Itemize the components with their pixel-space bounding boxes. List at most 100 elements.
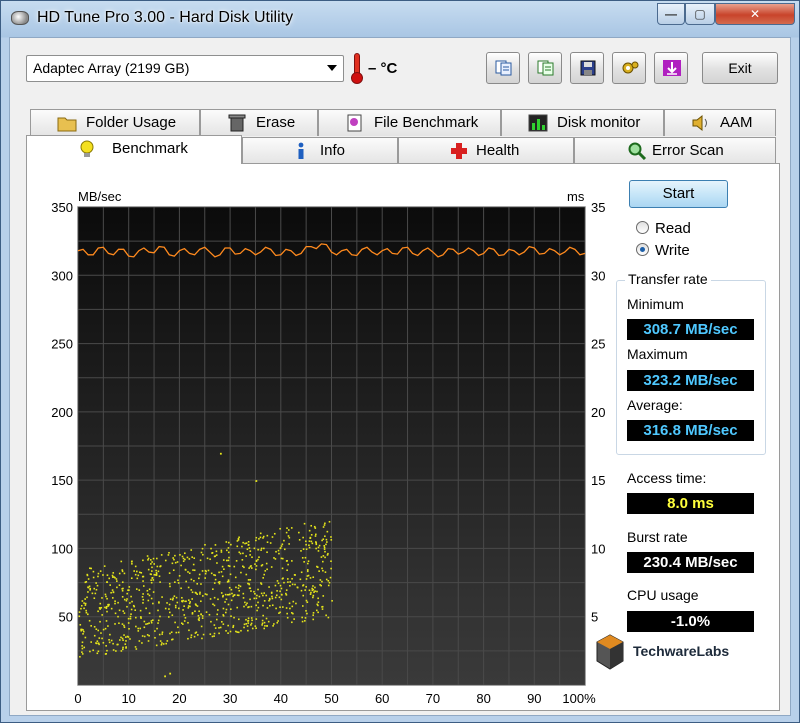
access-time-point	[327, 584, 330, 587]
access-time-point	[220, 571, 223, 573]
access-time-point	[248, 587, 251, 590]
tab-info[interactable]: Info	[242, 137, 398, 164]
copy-info-button[interactable]	[486, 52, 520, 84]
read-radio[interactable]: Read	[636, 220, 691, 237]
access-time-point	[135, 616, 137, 619]
access-time-point	[190, 578, 193, 581]
tab-error-scan[interactable]: Error Scan	[574, 137, 776, 164]
access-time-point	[309, 593, 312, 595]
access-time-point	[287, 535, 290, 537]
access-time-point	[197, 614, 200, 617]
access-time-point	[146, 622, 149, 625]
access-time-point	[257, 548, 260, 551]
options-button[interactable]	[612, 52, 646, 84]
access-time-point	[182, 560, 185, 562]
access-time-point	[260, 564, 263, 567]
access-time-point	[178, 607, 180, 610]
access-time-point	[325, 538, 328, 541]
y-left-tick-label: 250	[51, 337, 73, 352]
tab-erase[interactable]: Erase	[200, 109, 318, 136]
access-time-point	[102, 574, 104, 576]
tab-disk-monitor[interactable]: Disk monitor	[501, 109, 664, 136]
access-time-point	[125, 647, 127, 649]
access-time-point	[169, 611, 171, 614]
copy-text-button[interactable]	[528, 52, 562, 84]
access-time-point	[99, 608, 101, 610]
access-time-point	[168, 582, 171, 585]
access-time-point	[289, 607, 291, 610]
access-time-point	[255, 604, 257, 607]
access-time-point	[311, 542, 314, 545]
title-bar[interactable]: HD Tune Pro 3.00 - Hard Disk Utility — ▢…	[1, 1, 799, 37]
radio-write-indicator[interactable]	[636, 243, 649, 256]
access-time-point	[291, 583, 294, 586]
tab-health[interactable]: Health	[398, 137, 574, 164]
write-radio[interactable]: Write	[636, 242, 690, 259]
access-time-point	[206, 557, 209, 560]
average-label: Average:	[627, 397, 683, 413]
download-button[interactable]	[654, 52, 688, 84]
access-time-point	[142, 602, 144, 604]
access-time-point	[330, 539, 333, 541]
exit-button[interactable]: Exit	[702, 52, 778, 84]
access-time-point	[327, 580, 330, 582]
tab-folder-usage[interactable]: Folder Usage	[30, 109, 200, 136]
access-time-point	[214, 627, 217, 629]
access-time-point	[114, 612, 117, 615]
access-time-point	[104, 653, 107, 655]
access-time-point	[253, 547, 256, 550]
access-time-point	[196, 582, 199, 585]
access-time-point	[208, 613, 211, 616]
access-time-point	[187, 586, 190, 589]
access-time-point	[82, 629, 84, 631]
drive-select[interactable]: Adaptec Array (2199 GB)	[26, 55, 344, 82]
y-right-tick-label: 10	[591, 541, 605, 556]
minimize-button[interactable]: —	[657, 3, 685, 25]
access-time-point	[175, 596, 178, 599]
maximize-button[interactable]: ▢	[685, 3, 715, 25]
tab-label: AAM	[720, 114, 753, 131]
access-time-point	[113, 576, 115, 578]
access-time-point	[218, 571, 220, 574]
access-time-point	[204, 572, 207, 575]
tab-file-benchmark[interactable]: File Benchmark	[318, 109, 501, 136]
cpu-usage-label: CPU usage	[627, 587, 699, 603]
access-time-point	[122, 610, 125, 612]
access-time-point	[171, 614, 174, 617]
access-time-point	[84, 636, 87, 639]
access-time-point	[193, 557, 196, 559]
access-time-point	[87, 586, 89, 589]
access-time-point	[84, 598, 86, 600]
access-time-label: Access time:	[627, 470, 707, 486]
access-time-point	[161, 642, 163, 644]
access-time-point	[121, 637, 124, 640]
access-time-point	[159, 565, 161, 568]
tab-aam[interactable]: AAM	[664, 109, 776, 136]
radio-read-indicator[interactable]	[636, 221, 649, 234]
access-time-point	[310, 540, 313, 543]
access-time-point	[285, 589, 288, 591]
access-time-point	[218, 632, 220, 635]
access-time-point	[118, 584, 121, 586]
access-time-point	[166, 640, 169, 642]
access-time-point	[111, 597, 114, 599]
access-time-point	[221, 575, 224, 578]
access-time-point	[126, 598, 128, 600]
start-button[interactable]: Start	[629, 180, 728, 208]
tab-benchmark[interactable]: Benchmark	[26, 135, 242, 164]
access-time-point	[191, 598, 193, 600]
access-time-point	[81, 653, 84, 655]
access-time-point	[115, 578, 118, 580]
save-button[interactable]	[570, 52, 604, 84]
y-left-tick-label: 350	[51, 200, 73, 215]
access-time-point	[249, 579, 252, 581]
close-button[interactable]: ✕	[715, 3, 795, 25]
access-time-point	[83, 607, 85, 610]
access-time-point	[199, 591, 201, 594]
access-time-point	[331, 600, 333, 602]
access-time-point	[317, 601, 320, 603]
access-time-point	[230, 599, 233, 602]
access-time-point	[106, 597, 108, 600]
chevron-down-icon[interactable]	[327, 65, 337, 71]
access-time-point	[243, 626, 245, 629]
